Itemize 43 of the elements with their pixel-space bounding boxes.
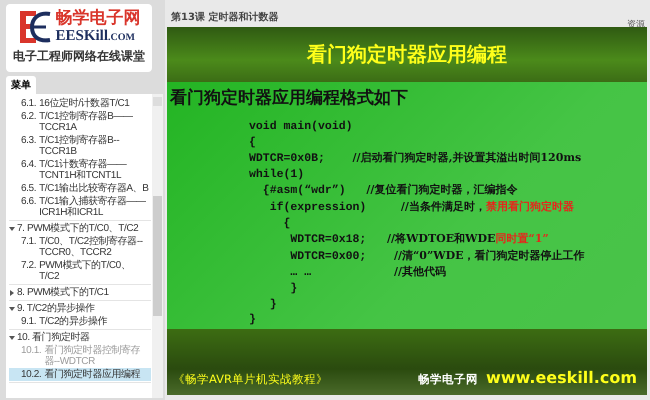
tree-item[interactable]: 7.2. PWM模式下的T/C0、T/C2	[9, 259, 151, 283]
tree-section[interactable]: 10. 看门狗定时器	[9, 331, 151, 344]
brand-name: 畅学电子网	[56, 8, 140, 28]
tree-item[interactable]: 6.6. T/C1输入捕获寄存器——ICR1H和ICR1L	[9, 195, 151, 219]
lesson-title: 第13课 定时器和计数器	[171, 10, 278, 25]
tree-section[interactable]: 7. PWM模式下的T/C0、T/C2	[9, 222, 151, 235]
code-line: {	[282, 216, 292, 232]
expanded-arrow-icon[interactable]	[9, 306, 15, 312]
code-line: WDTCR=0x0B; //启动看门狗定时器,并设置其溢出时间120ms	[249, 150, 582, 167]
brand-slogan: 电子工程师网络在线课堂	[13, 48, 145, 65]
code-line: }	[249, 312, 257, 328]
code-line: … … //其他代码	[289, 264, 447, 281]
course-title: 《畅学AVR单片机实战教程》	[173, 372, 328, 387]
code-line: }	[289, 280, 298, 297]
footer-url: www.eeskill.com	[486, 368, 637, 387]
collapsed-arrow-icon[interactable]	[9, 290, 15, 296]
scrollbar[interactable]	[152, 94, 163, 398]
tree-item[interactable]: 6.3. T/C1控制寄存器B--TCCR1B	[9, 134, 151, 158]
expanded-arrow-icon[interactable]	[9, 226, 15, 232]
tree-section[interactable]: 8. PWM模式下的T/C1	[9, 286, 151, 299]
code-line: WDTCR=0x18; //将WDTOE和WDE同时置“1”	[289, 231, 550, 248]
tree-section[interactable]: 9. T/C2的异步操作	[9, 302, 151, 315]
slide-title: 看门狗定时器应用编程	[307, 41, 507, 68]
tree-item[interactable]: 6.4. T/C1计数寄存器——TCNT1H和TCNT1L	[9, 158, 151, 182]
code-line: while(1)	[249, 166, 306, 182]
code-line: WDTCR=0x00; //清“0”WDE，看门狗定时器停止工作	[289, 248, 586, 264]
tree-item[interactable]: 6.2. T/C1控制寄存器B——TCCR1A	[9, 110, 151, 134]
slide-subtitle: 看门狗定时器应用编程格式如下	[168, 87, 409, 109]
footer-brand: 畅学电子网	[418, 372, 478, 387]
code-line: }	[268, 296, 278, 312]
menu-tab[interactable]: 菜单	[6, 76, 36, 94]
ee-logo-icon	[18, 9, 52, 45]
expanded-arrow-icon[interactable]	[9, 334, 15, 340]
code-line: {	[249, 134, 257, 150]
code-line: void main(void)	[249, 119, 354, 135]
code-line: {#asm(“wdr”) //复位看门狗定时器，汇编指令	[262, 182, 518, 199]
brand-domain: EESKill.COM	[56, 28, 136, 46]
code-line: if(expression) //当条件满足时，禁用看门狗定时器	[268, 198, 575, 216]
tree-item[interactable]: 6.5. T/C1输出比较寄存器A、B	[9, 182, 151, 195]
tree-item[interactable]: 6.1. 16位定时/计数器T/C1	[9, 97, 151, 110]
tree-item[interactable]: 10.2. 看门狗定时器应用编程	[9, 368, 151, 381]
tree-item[interactable]: 7.1. T/C0、T/C2控制寄存器--TCCR0、TCCR2	[9, 235, 151, 259]
tree-item[interactable]: 9.1. T/C2的异步操作	[9, 315, 151, 328]
